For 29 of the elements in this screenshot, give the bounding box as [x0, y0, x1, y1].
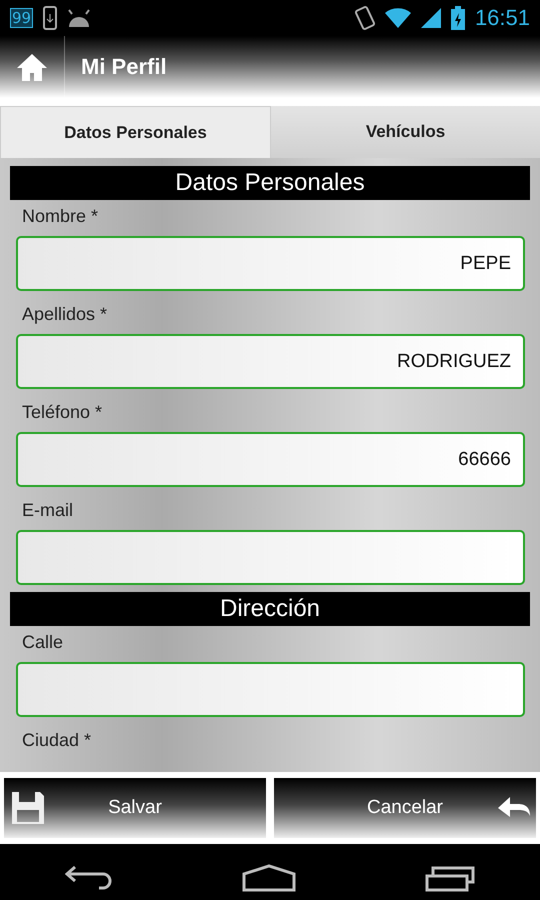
recent-apps-icon[interactable]: [425, 864, 476, 892]
field-label: Teléfono *: [21, 401, 104, 424]
wifi-icon: [384, 8, 411, 28]
tab[interactable]: Datos Personales: [0, 106, 271, 158]
back-arrow-icon: [498, 796, 530, 820]
text-field[interactable]: RODRIGUEZ: [16, 334, 525, 389]
section-header: Dirección: [10, 592, 530, 626]
tab[interactable]: Vehículos: [271, 106, 540, 158]
battery-icon: [450, 6, 465, 30]
field-label: Ciudad *: [21, 729, 92, 752]
text-field[interactable]: 66666: [16, 432, 525, 487]
field-label: Nombre *: [21, 205, 100, 228]
back-icon[interactable]: [64, 865, 113, 891]
home-icon[interactable]: [16, 53, 48, 81]
cancel-button[interactable]: Cancelar: [274, 778, 536, 838]
clock-time: 16:51: [474, 5, 530, 31]
field-label: E-mail: [21, 499, 74, 522]
download-icon: [43, 6, 58, 30]
text-field[interactable]: [16, 530, 525, 585]
notification-badge: 99: [10, 8, 34, 28]
save-button[interactable]: Salvar: [4, 778, 266, 838]
signal-icon: [420, 8, 441, 28]
screen-title: Mi Perfil: [81, 54, 167, 80]
field-label: Calle: [21, 631, 64, 654]
text-field[interactable]: [16, 662, 525, 717]
text-field[interactable]: PEPE: [16, 236, 525, 291]
home-icon[interactable]: [242, 864, 296, 892]
section-header: Datos Personales: [10, 166, 530, 200]
field-label: Apellidos *: [21, 303, 108, 326]
